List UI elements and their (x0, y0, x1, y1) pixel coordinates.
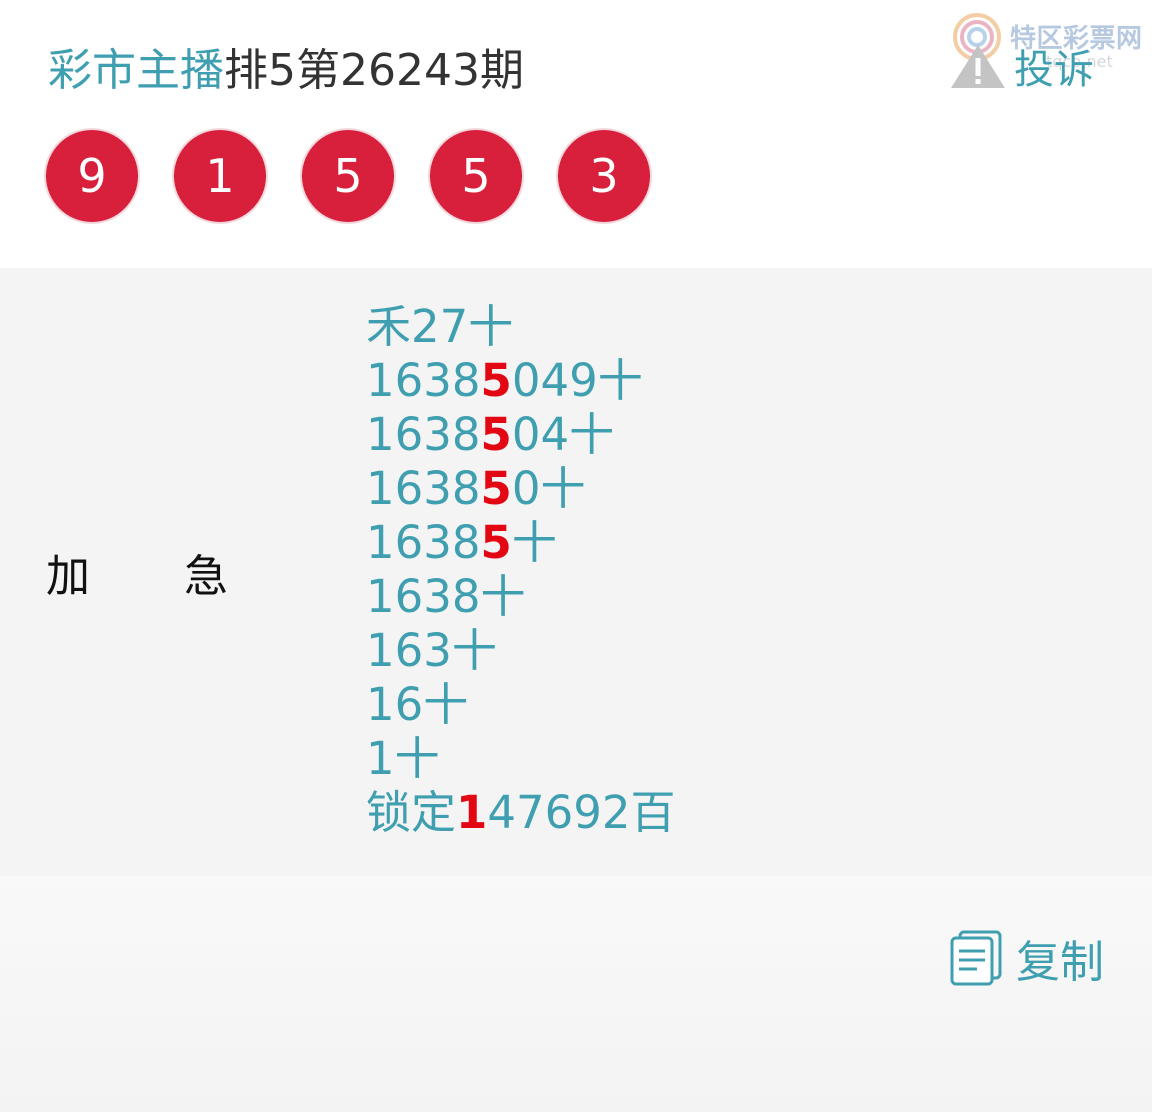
prediction-line: 1638十 (366, 570, 526, 623)
prediction-line: 1638504十 (366, 408, 615, 461)
issue-title: 排5第26243期 (224, 45, 524, 96)
footer: 复制 (0, 876, 1152, 1112)
label-jia: 加 (46, 551, 90, 602)
result-ball: 5 (430, 130, 522, 222)
result-ball: 5 (302, 130, 394, 222)
prediction-line: 163850十 (366, 462, 586, 515)
copy-button[interactable]: 复制 (948, 926, 1104, 990)
report-label: 投诉 (1014, 47, 1094, 93)
prediction-line: 16十 (366, 678, 469, 731)
result-ball: 9 (46, 130, 138, 222)
result-ball: 3 (558, 130, 650, 222)
copy-label: 复制 (1016, 937, 1104, 988)
page: 彩市主播 排5第26243期 特区彩票网 tqcp.net 投诉 9 1 5 5… (0, 0, 1152, 1112)
result-ball: 1 (174, 130, 266, 222)
label-ji: 急 (184, 551, 228, 602)
copy-icon (950, 930, 1002, 986)
prediction-line: 16385十 (366, 516, 557, 569)
prediction-line: 163十 (366, 624, 497, 677)
brand-name: 彩市主播 (48, 45, 224, 96)
prediction-panel: 加 急 禾27十 16385049十 1638504十 163850十 1638… (0, 268, 1152, 876)
prediction-lines: 禾27十 16385049十 1638504十 163850十 16385十 1… (366, 300, 675, 840)
report-button[interactable]: 投诉 (948, 40, 1094, 93)
warning-icon (951, 45, 1005, 88)
page-title: 彩市主播 排5第26243期 (48, 34, 524, 98)
prediction-line: 16385049十 (366, 354, 643, 407)
draw-result: 9 1 5 5 3 (46, 130, 650, 222)
prediction-line: 锁定147692百 (366, 786, 676, 839)
prediction-line: 禾27十 (366, 300, 514, 353)
prediction-line: 1十 (366, 732, 440, 785)
